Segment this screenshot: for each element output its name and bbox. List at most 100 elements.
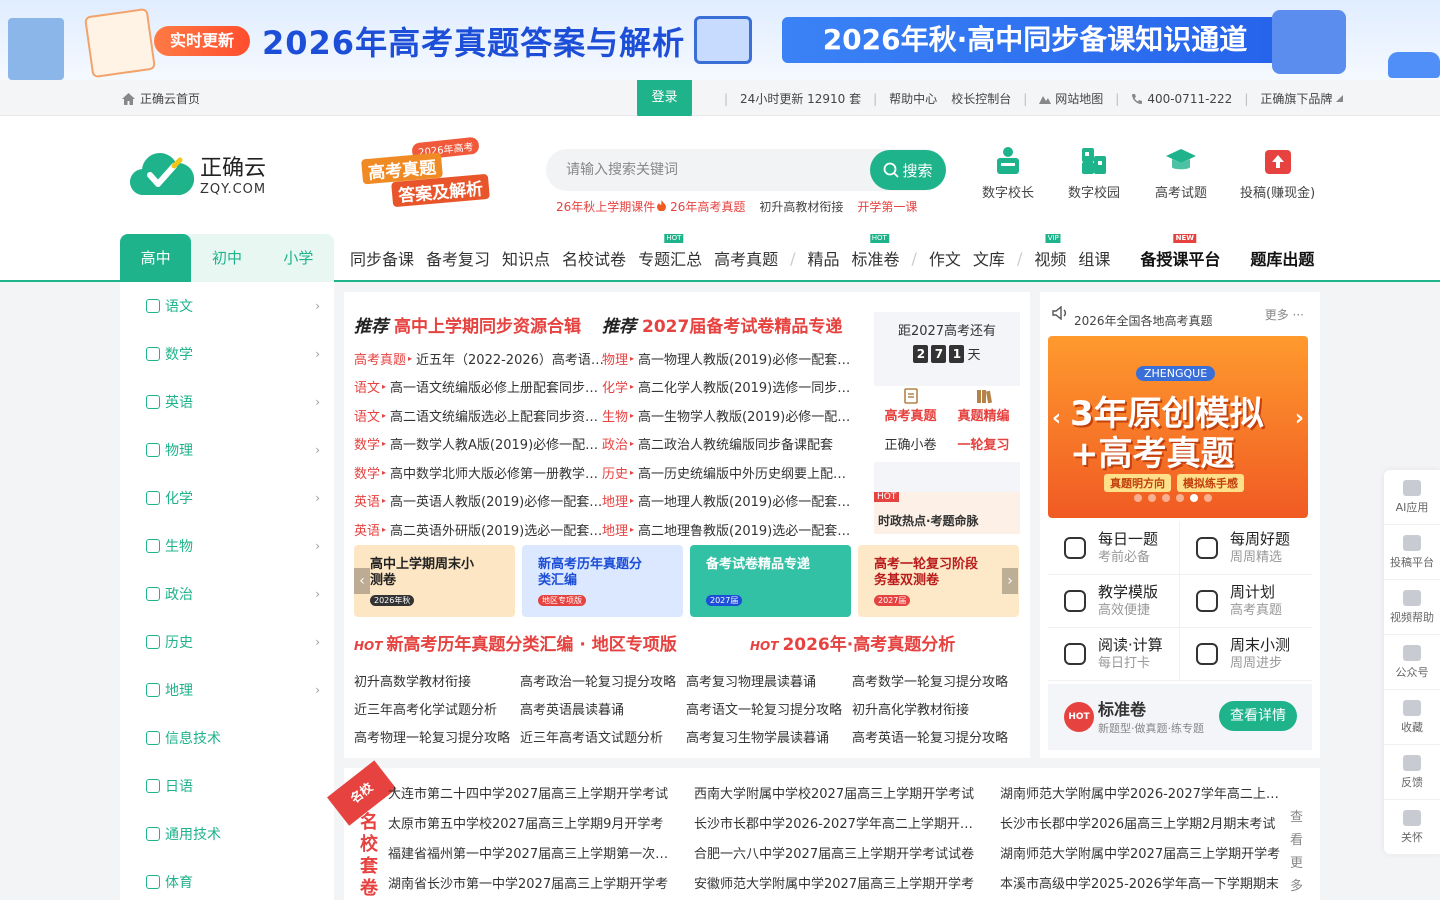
top-ad-banner[interactable]: 实时更新 2026年高考真题答案与解析 2026年秋·高中同步备课知识通道	[0, 0, 1440, 80]
recommend-item[interactable]: 历史 ▸ 高一历史统编版中外历史纲要上配套课件	[602, 458, 852, 487]
promo-card[interactable]: 高中上学期周末小测卷 2026年秋	[354, 545, 515, 617]
sidebar-item[interactable]: 化学 ›	[120, 474, 334, 522]
principal-console-link[interactable]: 校长控制台	[951, 90, 1011, 107]
sidebar-item[interactable]: 信息技术	[120, 714, 334, 762]
recommend-item[interactable]: 语文 ▸ 高一语文统编版必修上册配套同步课件	[354, 373, 604, 402]
sidebar-item[interactable]: 生物 ›	[120, 522, 334, 570]
site-logo[interactable]: 正确云 ZQY.COM	[130, 150, 266, 197]
nav-item[interactable]: 组课	[1078, 246, 1110, 270]
float-item[interactable]: 投稿平台	[1384, 525, 1440, 580]
sidebar-item[interactable]: 物理 ›	[120, 426, 334, 474]
sidebar-item[interactable]: 语文 ›	[120, 282, 334, 330]
notice-text[interactable]: 2026年全国各地高考真题	[1074, 312, 1234, 329]
quick-link-digital-principal[interactable]: 数字校长	[982, 144, 1034, 201]
recommend-item[interactable]: 数学 ▸ 高中数学北师大版必修第一册教学设计	[354, 458, 604, 487]
nav-item[interactable]: 备考复习	[426, 246, 490, 270]
countdown-link[interactable]: 正确小卷	[874, 424, 947, 462]
carousel-next-icon[interactable]: ›	[1295, 406, 1304, 431]
carousel-dot[interactable]	[1134, 494, 1142, 502]
recommend-title-right[interactable]: 推荐 2027届备考试卷精品专递	[602, 312, 842, 337]
nav-item[interactable]: 视频 VIP	[1034, 234, 1066, 270]
nav-item[interactable]: 文库	[973, 246, 1005, 270]
nav-item[interactable]: 知识点	[502, 246, 550, 270]
banner-title-left[interactable]: 2026年高考真题答案与解析	[262, 18, 685, 64]
home-link[interactable]: 正确云首页	[122, 90, 200, 107]
resource-link[interactable]: 初升高数学教材衔接	[354, 671, 520, 690]
school-paper-link[interactable]: 湖南省长沙市第一中学2027届高三上学期开学考	[388, 870, 678, 900]
nav-item[interactable]: 专题汇总 HOT	[638, 234, 702, 270]
float-item[interactable]: 反馈	[1384, 745, 1440, 800]
nav-item[interactable]: 作文	[929, 246, 961, 270]
current-affairs-banner[interactable]: HOT 时政热点·考题命脉	[874, 492, 1020, 534]
tool-item[interactable]: 周计划 高考真题	[1180, 575, 1312, 627]
sidebar-item[interactable]: 体育	[120, 858, 334, 900]
float-item[interactable]: 收藏	[1384, 690, 1440, 745]
login-button[interactable]: 登录	[637, 80, 692, 118]
nav-item[interactable]: 同步备课	[350, 246, 414, 270]
carousel-dot[interactable]	[1162, 494, 1170, 502]
help-center-link[interactable]: 帮助中心	[889, 90, 937, 107]
nav-item[interactable]: 备授课平台 NEW	[1140, 234, 1220, 270]
carousel-dot[interactable]	[1176, 494, 1184, 502]
recommend-item[interactable]: 政治 ▸ 高二政治人教统编版同步备课配套	[602, 430, 852, 459]
nav-item[interactable]: 题库出题	[1250, 246, 1314, 270]
sitemap-link[interactable]: 网站地图	[1039, 90, 1103, 107]
resource-link[interactable]: 近三年高考化学试题分析	[354, 699, 520, 718]
view-more-link[interactable]: 查看更多	[1290, 806, 1304, 898]
recommend-item[interactable]: 物理 ▸ 高一物理人教版(2019)必修一配套课件	[602, 344, 852, 373]
tool-item[interactable]: 周末小测 周周进步	[1180, 628, 1312, 680]
phone-link[interactable]: 400-0711-222	[1131, 92, 1232, 106]
more-link[interactable]: 更多 ···	[1265, 306, 1304, 323]
resource-link[interactable]: 初升高化学教材衔接	[852, 699, 1018, 718]
school-paper-link[interactable]: 长沙市长郡中学2026-2027学年高二上学期开学考	[694, 810, 984, 840]
promo-carousel[interactable]: ZHENGQUE 3年原创模拟 +高考真题 真题明方向 模拟练手感 ‹ ›	[1048, 336, 1308, 518]
brand-dropdown[interactable]: 正确旗下品牌	[1260, 90, 1344, 107]
tool-item[interactable]: 每周好题 周周精选	[1180, 522, 1312, 574]
tab-senior-high[interactable]: 高中	[120, 234, 192, 282]
recommend-item[interactable]: 生物▸高一生物学人教版(2019)必修一配套课件	[602, 401, 852, 430]
school-paper-link[interactable]: 西南大学附属中学校2027届高三上学期开学考试	[694, 780, 984, 810]
float-item[interactable]: 关怀	[1384, 800, 1440, 855]
banner-title-right[interactable]: 2026年秋·高中同步备课知识通道	[782, 17, 1288, 63]
sidebar-item[interactable]: 日语	[120, 762, 334, 810]
school-paper-link[interactable]: 长沙市长郡中学2026届高三上学期2月期末考试	[1000, 810, 1290, 840]
recommend-item[interactable]: 化学 ▸ 高二化学人教版(2019)选修一同步课件	[602, 373, 852, 402]
hot-link[interactable]: 初升高教材衔接	[759, 198, 843, 215]
carousel-next-button[interactable]: ›	[1002, 568, 1018, 594]
tool-item[interactable]: 教学模版 高效便捷	[1048, 575, 1180, 627]
school-paper-link[interactable]: 本溪市高级中学2025-2026学年高一下学期期末	[1000, 870, 1290, 900]
resource-link[interactable]: 高考英语晨读暮诵	[520, 699, 686, 718]
carousel-dot-active[interactable]	[1190, 494, 1198, 502]
school-paper-link[interactable]: 湖南师范大学附属中学2026-2027学年高二上学期	[1000, 780, 1290, 810]
search-button[interactable]: 搜索	[870, 150, 946, 190]
resource-link[interactable]: 高考数学一轮复习提分攻略	[852, 671, 1018, 690]
float-item[interactable]: 视频帮助	[1384, 580, 1440, 635]
countdown-link[interactable]: 一轮复习	[947, 424, 1020, 462]
school-paper-link[interactable]: 湖南师范大学附属中学2027届高三上学期开学考	[1000, 840, 1290, 870]
sidebar-item[interactable]: 英语 ›	[120, 378, 334, 426]
carousel-prev-button[interactable]: ‹	[354, 568, 370, 594]
resource-link[interactable]: 高考英语一轮复习提分攻略	[852, 727, 1018, 746]
school-paper-link[interactable]: 大连市第二十四中学2027届高三上学期开学考试	[388, 780, 678, 810]
carousel-dot[interactable]	[1204, 494, 1212, 502]
sidebar-item[interactable]: 政治 ›	[120, 570, 334, 618]
recommend-title-left[interactable]: 推荐 高中上学期同步资源合辑	[354, 312, 581, 337]
carousel-dot[interactable]	[1148, 494, 1156, 502]
resource-link[interactable]: 高考复习物理晨读暮诵	[686, 671, 852, 690]
sidebar-item[interactable]: 数学 ›	[120, 330, 334, 378]
school-paper-link[interactable]: 福建省福州第一中学2027届高三上学期第一次月考	[388, 840, 678, 870]
recommend-item[interactable]: 地理 ▸ 高一地理人教版(2019)必修一配套课件	[602, 487, 852, 516]
recommend-item[interactable]: 地理 ▸ 高二地理鲁教版(2019)选必一配套课件	[602, 515, 852, 544]
school-paper-link[interactable]: 合肥一六八中学2027届高三上学期开学考试试卷	[694, 840, 984, 870]
quick-link-exam-papers[interactable]: 高考试题	[1155, 144, 1207, 201]
resource-link[interactable]: 高考政治一轮复习提分攻略	[520, 671, 686, 690]
tab-junior-high[interactable]: 初中	[191, 234, 262, 282]
countdown-link[interactable]: 高考真题	[874, 386, 947, 424]
quick-link-contribute[interactable]: 投稿(赚现金)	[1240, 144, 1315, 201]
recommend-item[interactable]: 英语 ▸ 高二英语外研版(2019)选必一配套课件	[354, 515, 604, 544]
hot-link[interactable]: 开学第一课	[857, 198, 917, 215]
school-paper-link[interactable]: 安徽师范大学附属中学2027届高三上学期开学考	[694, 870, 984, 900]
sidebar-item[interactable]: 历史 ›	[120, 618, 334, 666]
recommend-item[interactable]: 英语 ▸ 高一英语人教版(2019)必修一配套课件	[354, 487, 604, 516]
resource-link[interactable]: 高考语文一轮复习提分攻略	[686, 699, 852, 718]
